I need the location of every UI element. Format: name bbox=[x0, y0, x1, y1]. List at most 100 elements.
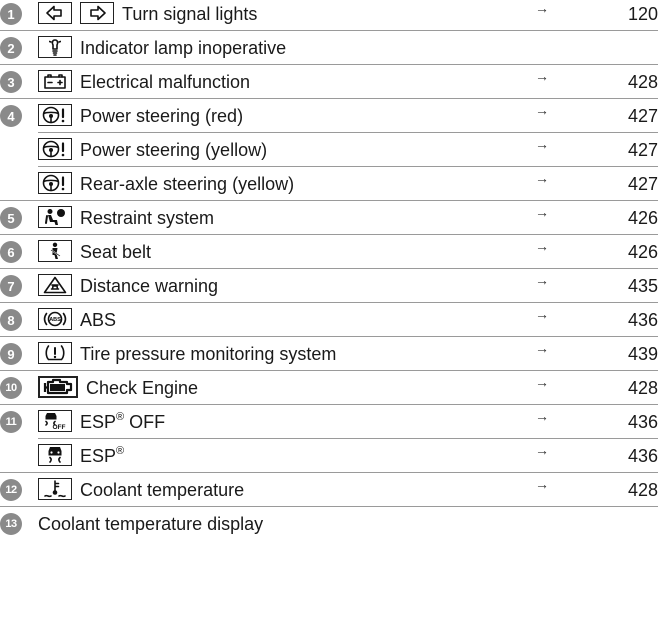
page-reference-arrow[interactable]: → bbox=[535, 68, 549, 84]
page-reference-arrow[interactable]: → bbox=[535, 442, 549, 458]
callout-number: 3 bbox=[0, 71, 22, 93]
table-row: 1 Turn signal lights → 120 bbox=[0, 0, 658, 31]
indicator-label: Coolant temperature bbox=[80, 479, 244, 501]
label-text: Power steering (red) bbox=[80, 106, 244, 126]
table-row: 4 Power steering (red) → 427 bbox=[0, 99, 658, 133]
esp-icon bbox=[38, 444, 72, 466]
page-reference[interactable]: 436 bbox=[628, 445, 658, 467]
indicator-label: Rear-axle steering (yellow) bbox=[80, 173, 294, 195]
indicator-label: Indicator lamp inoperative bbox=[80, 37, 286, 59]
label-text: Restraint system bbox=[80, 208, 215, 228]
indicator-label: Distance warning bbox=[80, 275, 218, 297]
table-row: 13 Coolant temperature display bbox=[0, 507, 658, 541]
label-text: Check Engine bbox=[86, 378, 199, 398]
page-reference[interactable]: 120 bbox=[628, 3, 658, 25]
indicator-label: Tire pressure monitoring system bbox=[80, 343, 336, 365]
label-text: Seat belt bbox=[80, 242, 152, 262]
table-row: 12 Coolant temperature → 428 bbox=[0, 473, 658, 507]
page-reference-arrow[interactable]: → bbox=[535, 408, 549, 424]
table-row: 5 Restraint system → 426 bbox=[0, 201, 658, 235]
page-reference[interactable]: 427 bbox=[628, 139, 658, 161]
turn-left-icon bbox=[38, 2, 72, 24]
callout-number: 6 bbox=[0, 241, 22, 263]
label-text: Electrical malfunction bbox=[80, 72, 251, 92]
page-reference-arrow[interactable]: → bbox=[535, 340, 549, 356]
page-reference-arrow[interactable]: → bbox=[535, 136, 549, 152]
callout-number: 12 bbox=[0, 479, 22, 501]
label-text: ABS bbox=[80, 310, 117, 330]
page-reference[interactable]: 436 bbox=[628, 411, 658, 433]
label-text: ESP bbox=[80, 412, 117, 432]
label-text: Indicator lamp inoperative bbox=[80, 38, 287, 58]
callout-number: 10 bbox=[0, 377, 22, 399]
label-text: Coolant temperature display bbox=[38, 514, 264, 534]
table-row: 8 ABS ABS → 436 bbox=[0, 303, 658, 337]
page-reference-arrow[interactable]: → bbox=[535, 102, 549, 118]
page-reference[interactable]: 428 bbox=[628, 479, 658, 501]
coolant-temperature-icon bbox=[38, 478, 72, 500]
table-row: Rear-axle steering (yellow) → 427 bbox=[0, 167, 658, 201]
seat-belt-icon bbox=[38, 240, 72, 262]
steering-wheel-warning-icon bbox=[38, 172, 72, 194]
page-reference[interactable]: 435 bbox=[628, 275, 658, 297]
table-row: 3 Electrical malfunction → 428 bbox=[0, 65, 658, 99]
callout-number: 5 bbox=[0, 207, 22, 229]
indicator-label: Power steering (yellow) bbox=[80, 139, 267, 161]
callout-number: 4 bbox=[0, 105, 22, 127]
page-reference-arrow[interactable]: → bbox=[535, 476, 549, 492]
table-row: 7 Distance warning → 435 bbox=[0, 269, 658, 303]
steering-wheel-warning-icon bbox=[38, 104, 72, 126]
label-text: Coolant temperature bbox=[80, 480, 245, 500]
table-row: Power steering (yellow) → 427 bbox=[0, 133, 658, 167]
airbag-icon bbox=[38, 206, 72, 228]
page-reference[interactable]: 426 bbox=[628, 207, 658, 229]
table-row: 10 Check Engine → 428 bbox=[0, 371, 658, 405]
battery-icon bbox=[38, 70, 72, 92]
callout-number: 11 bbox=[0, 411, 22, 433]
distance-warning-icon bbox=[38, 274, 72, 296]
table-row: 9 Tire pressure monitoring system → 439 bbox=[0, 337, 658, 371]
indicator-label: Turn signal lights bbox=[122, 3, 257, 25]
svg-text:OFF: OFF bbox=[53, 424, 66, 430]
table-row: 11 OFF ESP® OFF → 436 bbox=[0, 405, 658, 439]
label-text: Tire pressure monitoring system bbox=[80, 344, 337, 364]
callout-number: 2 bbox=[0, 37, 22, 59]
page-reference[interactable]: 426 bbox=[628, 241, 658, 263]
callout-number: 13 bbox=[0, 513, 22, 535]
indicator-label: ESP® OFF bbox=[80, 411, 165, 433]
steering-wheel-warning-icon bbox=[38, 138, 72, 160]
label-text: Power steering (yellow) bbox=[80, 140, 268, 160]
page-reference[interactable]: 428 bbox=[628, 377, 658, 399]
callout-number: 7 bbox=[0, 275, 22, 297]
page-reference-arrow[interactable]: → bbox=[535, 374, 549, 390]
check-engine-icon bbox=[38, 376, 78, 398]
page-reference-arrow[interactable]: → bbox=[535, 272, 549, 288]
page-reference-arrow[interactable]: → bbox=[535, 0, 549, 16]
label-suffix: OFF bbox=[124, 412, 166, 432]
indicator-label: Coolant temperature display bbox=[38, 513, 263, 535]
table-row: 2 Indicator lamp inoperative bbox=[0, 31, 658, 65]
indicator-lamp-icon bbox=[38, 36, 72, 58]
indicator-label: ESP® bbox=[80, 445, 124, 467]
label-text: Rear-axle steering (yellow) bbox=[80, 174, 295, 194]
label-text: ESP bbox=[80, 446, 117, 466]
page-reference[interactable]: 427 bbox=[628, 173, 658, 195]
label-text: Turn signal lights bbox=[122, 4, 258, 24]
registered-mark: ® bbox=[116, 411, 125, 423]
tire-pressure-icon bbox=[38, 342, 72, 364]
callout-number: 8 bbox=[0, 309, 22, 331]
page-reference-arrow[interactable]: → bbox=[535, 204, 549, 220]
indicator-label: Check Engine bbox=[86, 377, 198, 399]
page-reference[interactable]: 439 bbox=[628, 343, 658, 365]
registered-mark: ® bbox=[116, 445, 125, 457]
abs-icon: ABS bbox=[38, 308, 72, 330]
esp-off-icon: OFF bbox=[38, 410, 72, 432]
page-reference-arrow[interactable]: → bbox=[535, 306, 549, 322]
page-reference[interactable]: 427 bbox=[628, 105, 658, 127]
callout-number: 9 bbox=[0, 343, 22, 365]
page-reference-arrow[interactable]: → bbox=[535, 170, 549, 186]
page-reference[interactable]: 428 bbox=[628, 71, 658, 93]
svg-text:ABS: ABS bbox=[49, 317, 61, 323]
page-reference-arrow[interactable]: → bbox=[535, 238, 549, 254]
page-reference[interactable]: 436 bbox=[628, 309, 658, 331]
